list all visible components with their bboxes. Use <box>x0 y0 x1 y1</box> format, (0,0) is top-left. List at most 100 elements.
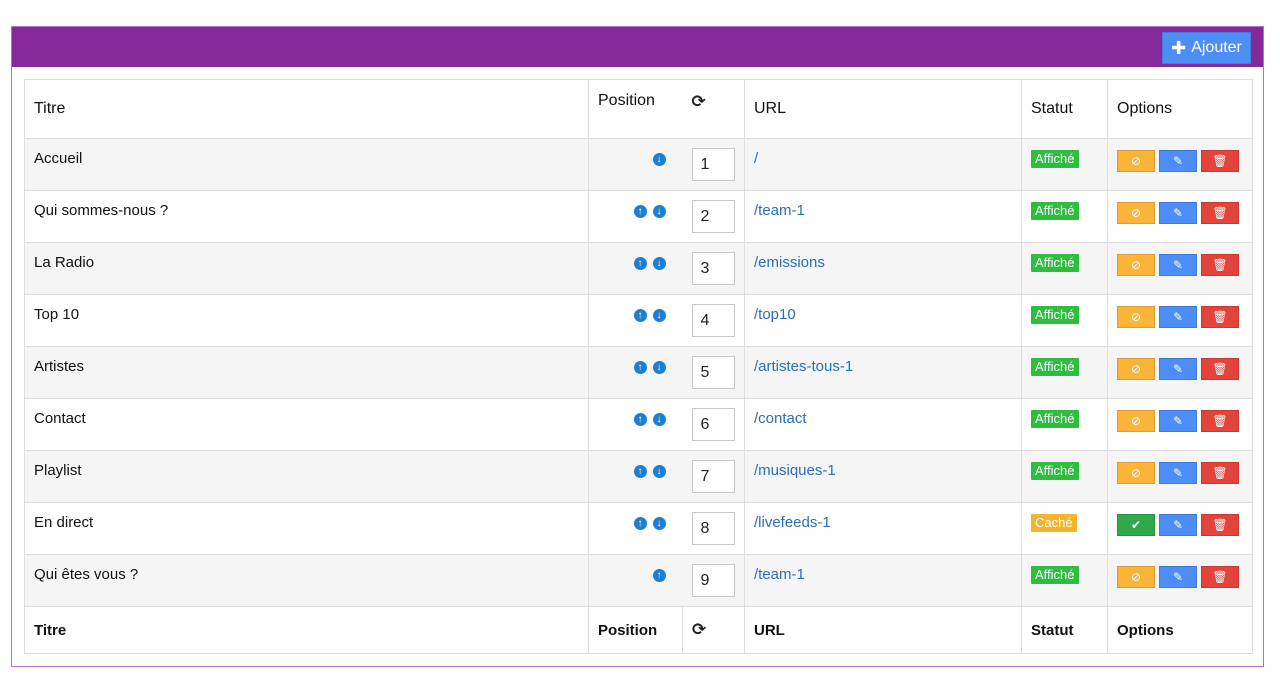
hide-button[interactable]: ⊘ <box>1117 202 1155 224</box>
arrow-up-icon[interactable]: ↑ <box>633 309 647 322</box>
column-header-status[interactable]: Statut <box>1021 79 1108 139</box>
delete-button[interactable]: 🗑 <box>1201 514 1239 536</box>
hide-button[interactable]: ⊘ <box>1117 254 1155 276</box>
trash-icon: 🗑 <box>1212 154 1228 168</box>
show-button[interactable]: ✔ <box>1117 514 1155 536</box>
delete-button[interactable]: 🗑 <box>1201 462 1239 484</box>
table-row: Contact ↑↓ /contact Affiché ⊘ ✎ 🗑 <box>24 398 1253 451</box>
arrow-down-icon[interactable]: ↓ <box>652 413 666 426</box>
edit-button[interactable]: ✎ <box>1159 306 1197 328</box>
edit-button[interactable]: ✎ <box>1159 202 1197 224</box>
position-input[interactable] <box>691 408 735 441</box>
title-cell: Top 10 <box>24 294 589 347</box>
arrow-down-icon[interactable]: ↓ <box>652 205 666 218</box>
status-cell: Affiché <box>1021 554 1108 607</box>
pencil-icon: ✎ <box>1172 518 1184 532</box>
position-input[interactable] <box>691 304 735 337</box>
delete-button[interactable]: 🗑 <box>1201 150 1239 172</box>
column-header-position[interactable]: Position <box>588 79 683 139</box>
arrow-down-icon[interactable]: ↓ <box>652 517 666 530</box>
position-input[interactable] <box>691 564 735 597</box>
trash-icon: 🗑 <box>1212 570 1228 584</box>
position-arrows-cell: ↑ ↓ <box>588 190 683 243</box>
edit-button[interactable]: ✎ <box>1159 462 1197 484</box>
url-link[interactable]: / <box>754 150 758 167</box>
refresh-icon[interactable]: ⟳ <box>692 92 706 111</box>
hide-button[interactable]: ⊘ <box>1117 150 1155 172</box>
position-input[interactable] <box>691 148 735 181</box>
status-badge: Affiché <box>1031 306 1079 324</box>
column-header-options: Options <box>1107 79 1253 139</box>
url-link[interactable]: /team-1 <box>754 566 805 583</box>
arrow-down-icon[interactable]: ↓ <box>652 309 666 322</box>
url-cell: /team-1 <box>744 554 1022 607</box>
title-cell: Contact <box>24 398 589 451</box>
arrow-down-icon[interactable]: ↓ <box>652 465 666 478</box>
arrow-up-icon[interactable]: ↑ <box>652 569 666 582</box>
hide-button[interactable]: ⊘ <box>1117 306 1155 328</box>
edit-button[interactable]: ✎ <box>1159 410 1197 432</box>
arrow-down-icon[interactable]: ↓ <box>652 257 666 270</box>
edit-button[interactable]: ✎ <box>1159 254 1197 276</box>
url-cell: /livefeeds-1 <box>744 502 1022 555</box>
url-cell: /team-1 <box>744 190 1022 243</box>
delete-button[interactable]: 🗑 <box>1201 410 1239 432</box>
arrow-up-icon[interactable]: ↑ <box>633 517 647 530</box>
arrow-down-icon[interactable]: ↓ <box>652 361 666 374</box>
pencil-icon: ✎ <box>1172 258 1184 272</box>
table-body: Accueil ↓ / Affiché ⊘ ✎ 🗑 Qui sommes-nou… <box>24 138 1253 607</box>
url-link[interactable]: /emissions <box>754 254 825 271</box>
title-cell: Artistes <box>24 346 589 399</box>
delete-button[interactable]: 🗑 <box>1201 358 1239 380</box>
status-cell: Caché <box>1021 502 1108 555</box>
position-input[interactable] <box>691 512 735 545</box>
arrow-up-icon[interactable]: ↑ <box>633 465 647 478</box>
sync-header-cell: ⟳ <box>682 79 745 139</box>
add-button[interactable]: ✚ Ajouter <box>1162 32 1251 64</box>
table-row: Qui êtes vous ? ↑ /team-1 Affiché ⊘ ✎ 🗑 <box>24 554 1253 607</box>
trash-icon: 🗑 <box>1212 518 1228 532</box>
edit-button[interactable]: ✎ <box>1159 150 1197 172</box>
arrow-up-icon[interactable]: ↑ <box>633 361 647 374</box>
hide-button[interactable]: ⊘ <box>1117 566 1155 588</box>
edit-button[interactable]: ✎ <box>1159 514 1197 536</box>
refresh-icon[interactable]: ⟳ <box>692 620 706 639</box>
options-cell: ⊘ ✎ 🗑 <box>1107 294 1253 347</box>
arrow-up-icon[interactable]: ↑ <box>633 205 647 218</box>
delete-button[interactable]: 🗑 <box>1201 566 1239 588</box>
position-input[interactable] <box>691 200 735 233</box>
url-link[interactable]: /livefeeds-1 <box>754 514 831 531</box>
options-cell: ⊘ ✎ 🗑 <box>1107 190 1253 243</box>
url-link[interactable]: /contact <box>754 410 807 427</box>
url-link[interactable]: /musiques-1 <box>754 462 836 479</box>
hide-button[interactable]: ⊘ <box>1117 410 1155 432</box>
pages-panel: ✚ Ajouter Titre Position ⟳ URL Statut Op… <box>11 26 1264 667</box>
delete-button[interactable]: 🗑 <box>1201 306 1239 328</box>
edit-button[interactable]: ✎ <box>1159 566 1197 588</box>
position-input[interactable] <box>691 356 735 389</box>
ban-icon: ⊘ <box>1130 154 1142 168</box>
position-input[interactable] <box>691 252 735 285</box>
status-cell: Affiché <box>1021 294 1108 347</box>
delete-button[interactable]: 🗑 <box>1201 202 1239 224</box>
hide-button[interactable]: ⊘ <box>1117 462 1155 484</box>
footer-header-position: Position <box>588 606 683 654</box>
delete-button[interactable]: 🗑 <box>1201 254 1239 276</box>
check-icon: ✔ <box>1130 518 1142 532</box>
edit-button[interactable]: ✎ <box>1159 358 1197 380</box>
url-link[interactable]: /artistes-tous-1 <box>754 358 853 375</box>
hide-button[interactable]: ⊘ <box>1117 358 1155 380</box>
position-input[interactable] <box>691 460 735 493</box>
sync-footer-cell: ⟳ <box>682 606 745 654</box>
arrow-down-icon[interactable]: ↓ <box>652 153 666 166</box>
arrow-up-icon[interactable]: ↑ <box>633 413 647 426</box>
arrow-up-icon[interactable]: ↑ <box>633 257 647 270</box>
column-header-url[interactable]: URL <box>744 79 1022 139</box>
position-input-cell <box>682 450 745 503</box>
url-link[interactable]: /top10 <box>754 306 796 323</box>
pages-table: Titre Position ⟳ URL Statut Options Accu… <box>24 79 1253 654</box>
pencil-icon: ✎ <box>1172 362 1184 376</box>
url-link[interactable]: /team-1 <box>754 202 805 219</box>
column-header-title[interactable]: Titre <box>24 79 589 139</box>
title-cell: Playlist <box>24 450 589 503</box>
